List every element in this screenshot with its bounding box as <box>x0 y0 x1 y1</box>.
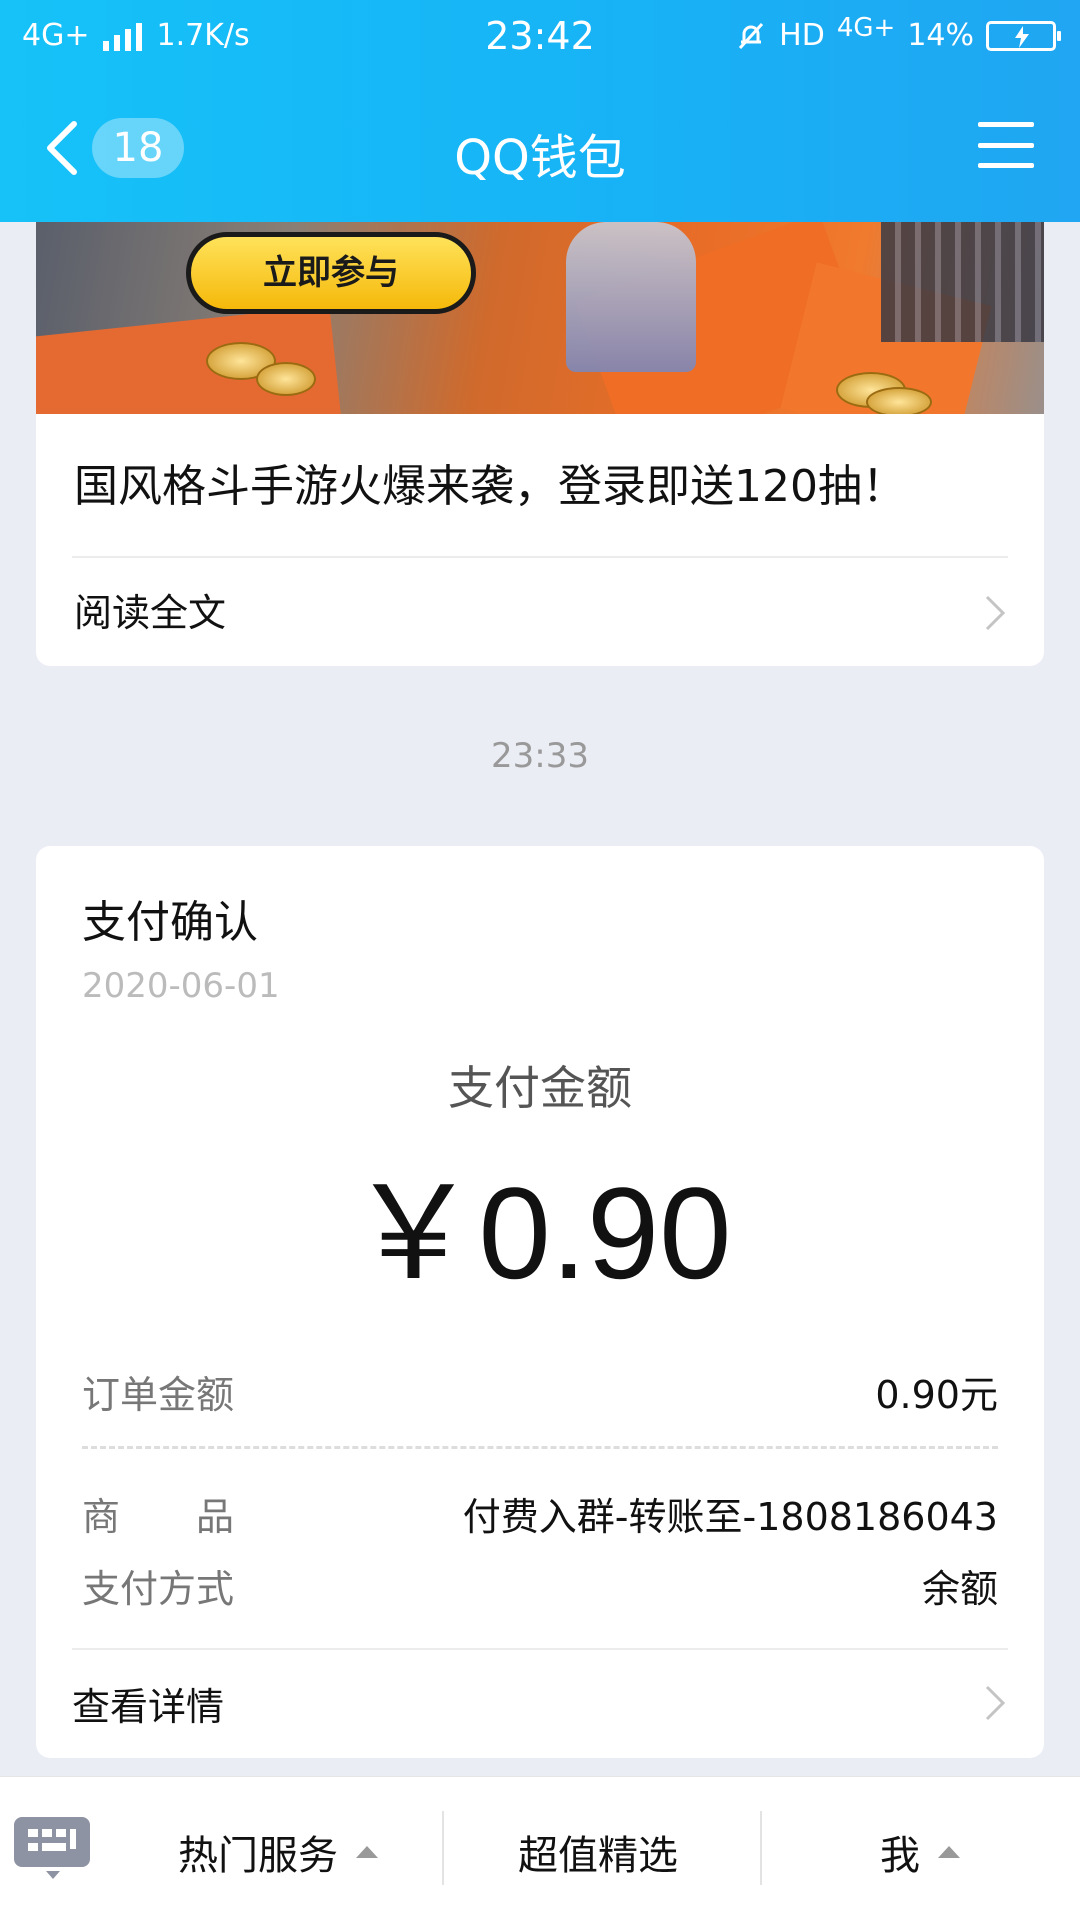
divider <box>72 1648 1008 1650</box>
dashed-divider <box>82 1446 998 1449</box>
order-amount-value: 0.90元 <box>875 1373 998 1417</box>
join-now-button[interactable]: 立即参与 <box>186 232 476 314</box>
article-card[interactable]: 立即参与 国风格斗手游火爆来袭，登录即送120抽！ 阅读全文 <box>36 222 1044 666</box>
payment-date: 2020-06-01 <box>82 966 280 1006</box>
tab-value-picks[interactable]: 超值精选 <box>518 1823 678 1881</box>
bottom-menu-bar: 热门服务 超值精选 我 <box>0 1776 1080 1920</box>
menu-icon[interactable] <box>978 122 1034 168</box>
promo-banner-image[interactable]: 立即参与 <box>36 222 1044 414</box>
payment-confirmation-card[interactable]: 支付确认 2020-06-01 支付金额 ￥0.90 订单金额 0.90元 商 … <box>36 846 1044 1758</box>
battery-charging-icon <box>986 20 1061 51</box>
view-details-link[interactable]: 查看详情 <box>72 1676 224 1731</box>
amount-label: 支付金额 <box>448 1061 632 1115</box>
payment-method-label: 支付方式 <box>82 1567 235 1611</box>
separator <box>760 1811 762 1885</box>
keyboard-toggle-icon[interactable] <box>14 1817 90 1879</box>
tab-label: 热门服务 <box>178 1833 338 1879</box>
mute-bell-icon <box>739 22 764 49</box>
message-timestamp: 23:33 <box>491 736 589 776</box>
product-label: 商 品 <box>82 1495 235 1539</box>
article-title: 国风格斗手游火爆来袭，登录即送120抽！ <box>74 461 906 512</box>
network-type-2: 4G+ <box>836 12 896 43</box>
battery-percent: 14% <box>907 18 974 53</box>
hd-indicator: HD <box>779 18 825 53</box>
app-header: 4G+ 1.7K/s 23:42 HD 4G+ 14% 18 QQ钱包 <box>0 0 1080 222</box>
read-full-article-link[interactable]: 阅读全文 <box>74 582 226 637</box>
payment-card-title: 支付确认 <box>82 897 258 948</box>
tab-hot-services[interactable]: 热门服务 <box>178 1823 378 1881</box>
page-title: QQ钱包 <box>454 130 626 186</box>
expand-up-icon <box>356 1846 378 1858</box>
navigation-bar: 18 QQ钱包 <box>0 74 1080 222</box>
expand-up-icon <box>938 1846 960 1858</box>
tab-label: 超值精选 <box>518 1833 678 1879</box>
chevron-right-icon <box>985 1685 1006 1721</box>
payment-method-value: 余额 <box>921 1567 998 1611</box>
tab-label: 我 <box>880 1833 920 1879</box>
chevron-right-icon <box>985 595 1006 631</box>
payment-amount: ￥0.90 <box>348 1160 732 1306</box>
product-value: 付费入群-转账至-1808186043 <box>462 1495 998 1539</box>
divider <box>72 556 1008 558</box>
status-bar: 4G+ 1.7K/s 23:42 HD 4G+ 14% <box>0 0 1080 74</box>
tab-me[interactable]: 我 <box>880 1823 960 1881</box>
separator <box>442 1811 444 1885</box>
order-amount-label: 订单金额 <box>82 1373 235 1417</box>
